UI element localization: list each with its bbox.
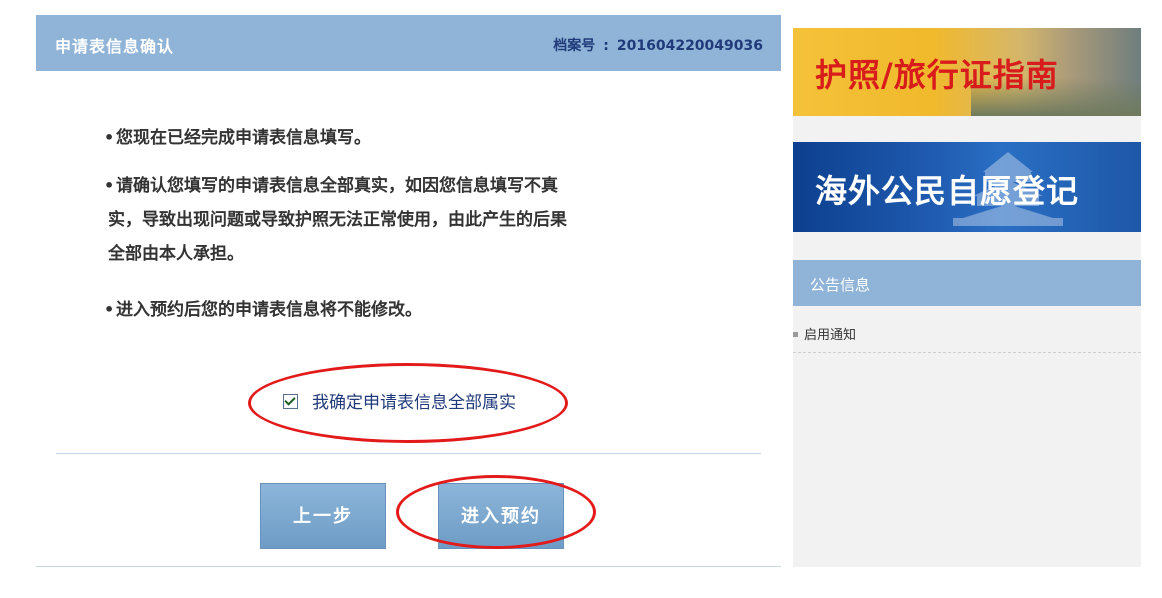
note-truthful-line3: 全部由本人承担。 [108,244,244,264]
right-sidebar: 护照/旅行证指南 海外公民自愿登记 公告信息 启用通知 [793,28,1141,567]
bullet-icon: • [104,300,115,319]
passport-guide-text[interactable]: 护照/旅行证指南 [815,50,1059,96]
note-truthful: • 请确认您填写的申请表信息全部真实，如因您信息填写不真 [104,169,558,203]
confirm-label[interactable]: 我确定申请表信息全部属实 [312,393,516,413]
note-no-modify: • 进入预约后您的申请表信息将不能修改。 [104,293,422,327]
passport-guide-banner[interactable]: 护照/旅行证指南 [793,28,1141,116]
notice-title: 公告信息 [810,276,871,294]
note-text: 请确认您填写的申请表信息全部真实，如因您信息填写不真 [116,176,558,196]
bullet-icon: • [104,128,115,147]
notice-list-item[interactable]: 启用通知 [793,324,1141,353]
overseas-registration-banner[interactable]: 海外公民自愿登记 [793,142,1141,232]
panel-header: 申请表信息确认 档案号:201604220049036 [36,15,781,71]
note-text: 进入预约后您的申请表信息将不能修改。 [116,300,422,320]
application-confirm-panel: 申请表信息确认 档案号:201604220049036 • 您现在已经完成申请表… [36,15,781,567]
confirm-checkbox[interactable] [283,394,298,409]
note-truthful-line2: 实，导致出现问题或导致护照无法正常使用，由此产生的后果 [108,210,567,230]
notice-header: 公告信息 [793,260,1141,306]
enter-appointment-button[interactable]: 进入预约 [438,483,564,549]
overseas-registration-text[interactable]: 海外公民自愿登记 [815,166,1079,212]
file-number-separator: : [603,38,609,54]
note-text: 您现在已经完成申请表信息填写。 [116,128,371,148]
previous-step-button[interactable]: 上一步 [260,483,386,549]
confirm-checkbox-row[interactable]: 我确定申请表信息全部属实 [283,388,516,413]
bullet-icon: • [104,176,115,195]
square-bullet-icon [793,332,798,337]
divider [56,453,761,454]
file-number-label: 档案号 [553,38,596,54]
file-number-value: 201604220049036 [616,38,763,54]
notice-item-label[interactable]: 启用通知 [804,328,856,343]
panel-title: 申请表信息确认 [55,37,175,56]
note-completed: • 您现在已经完成申请表信息填写。 [104,121,371,155]
file-number: 档案号:201604220049036 [553,35,763,55]
